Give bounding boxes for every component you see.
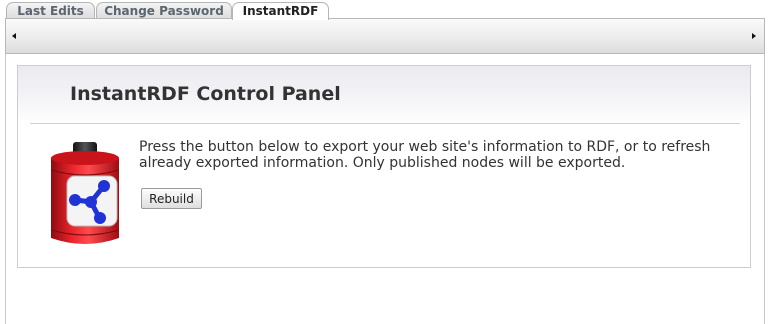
tab-bar: Last Edits Change Password InstantRDF — [0, 0, 770, 20]
tab-scroller — [5, 18, 765, 54]
rdf-logo-icon — [50, 142, 120, 244]
tab-change-password[interactable]: Change Password — [96, 2, 232, 19]
panel-title: InstantRDF Control Panel — [70, 83, 341, 105]
panel-header: InstantRDF Control Panel — [18, 66, 750, 124]
divider — [30, 123, 740, 124]
rebuild-button[interactable]: Rebuild — [141, 188, 202, 209]
control-panel: InstantRDF Control Panel Press the butto… — [17, 65, 751, 268]
tab-instantrdf[interactable]: InstantRDF — [232, 2, 329, 20]
panel-description: Press the button below to export your we… — [139, 139, 711, 171]
tab-last-edits[interactable]: Last Edits — [6, 2, 95, 19]
arrow-left-icon[interactable] — [12, 33, 16, 39]
arrow-right-icon[interactable] — [752, 33, 756, 39]
